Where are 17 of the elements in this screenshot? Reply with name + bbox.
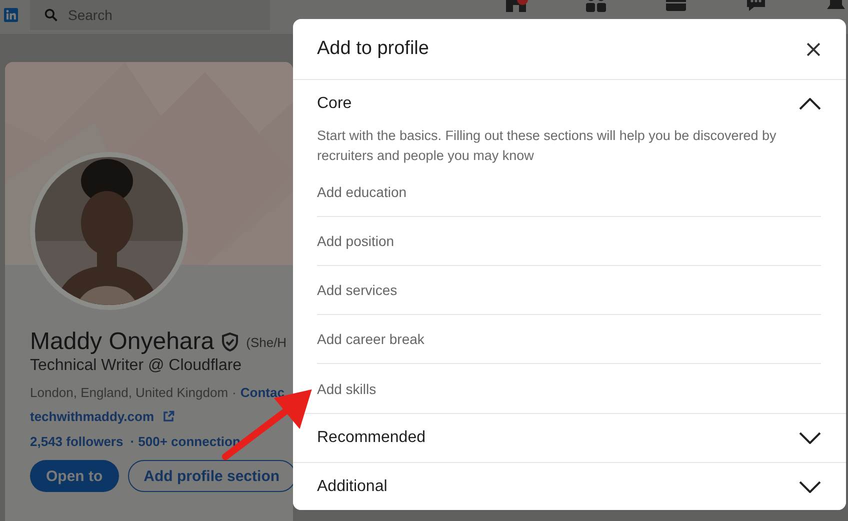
add-section-link[interactable]: Add education	[317, 168, 821, 217]
section-description: Start with the basics. Filling out these sections will help you be discovered by recruiters and people you may know	[317, 127, 778, 165]
separator: ·	[232, 385, 236, 400]
add-section-link[interactable]: Add career break	[317, 315, 821, 364]
chevron-icon	[799, 98, 821, 110]
profile-name: Maddy Onyehara	[30, 328, 214, 356]
dialog-title: Add to profile	[317, 38, 429, 60]
chevron-icon	[799, 481, 821, 493]
close-icon[interactable]	[805, 40, 822, 58]
pronouns: (She/H	[246, 334, 287, 350]
location: London, England, United Kingdom	[30, 385, 228, 400]
chevron-icon	[799, 432, 821, 444]
headline: Technical Writer @ Cloudflare	[30, 357, 243, 375]
add-section-link[interactable]: Add position	[317, 217, 821, 266]
add-section-link[interactable]: Add services	[317, 266, 821, 315]
external-link-icon	[162, 410, 176, 423]
add-section-link[interactable]: Add skills	[317, 364, 821, 413]
